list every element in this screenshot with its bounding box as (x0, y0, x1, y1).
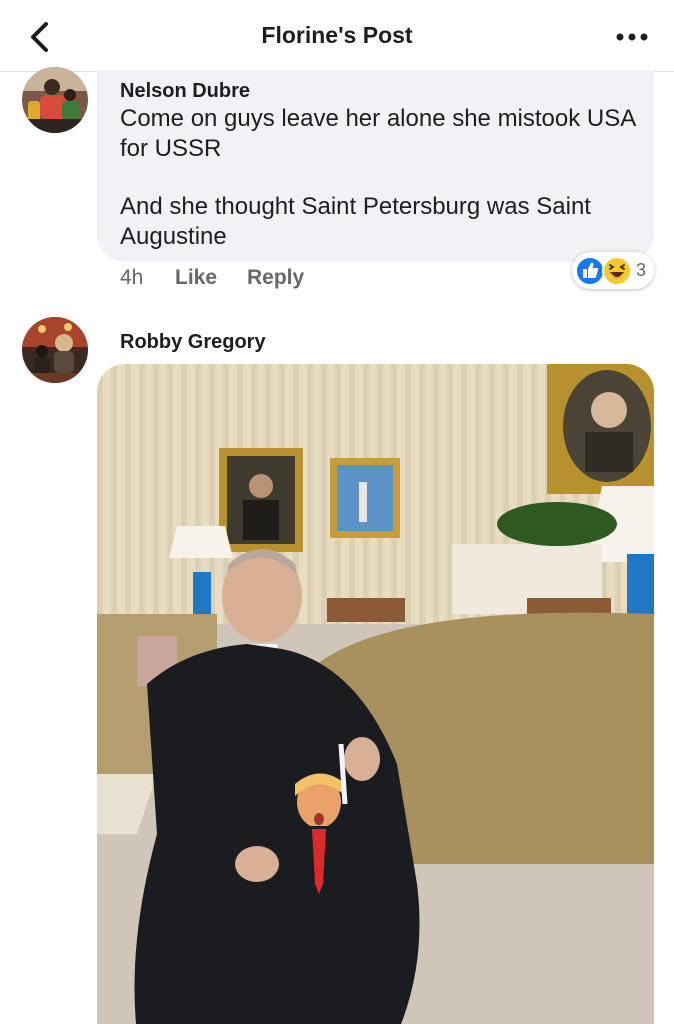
comment-image[interactable] (97, 364, 654, 1024)
like-reaction-icon (575, 256, 605, 286)
avatar-photo (22, 317, 88, 383)
attached-photo (97, 364, 654, 1024)
top-bar: Florine's Post (0, 0, 674, 72)
comment-author[interactable]: Robby Gregory (120, 331, 266, 354)
reply-button[interactable]: Reply (247, 266, 304, 290)
comment-paragraph: And she thought Saint Petersburg was Sai… (120, 193, 591, 250)
avatar[interactable] (22, 317, 88, 383)
page-title: Florine's Post (261, 22, 413, 48)
like-button[interactable]: Like (175, 266, 217, 290)
comment-timestamp: 4h (120, 266, 144, 289)
comment-paragraph: Come on guys leave her alone she mistook… (120, 105, 635, 162)
more-dots-icon (616, 33, 648, 41)
comment-author[interactable]: Nelson Dubre (120, 80, 250, 103)
avatar[interactable] (22, 67, 88, 133)
haha-reaction-icon (602, 256, 632, 286)
comment-text: Come on guys leave her alone she mistook… (120, 104, 645, 252)
reaction-summary[interactable]: 3 (572, 252, 654, 289)
reaction-count: 3 (636, 260, 647, 280)
more-options-button[interactable] (612, 22, 652, 52)
avatar-photo (22, 67, 88, 133)
